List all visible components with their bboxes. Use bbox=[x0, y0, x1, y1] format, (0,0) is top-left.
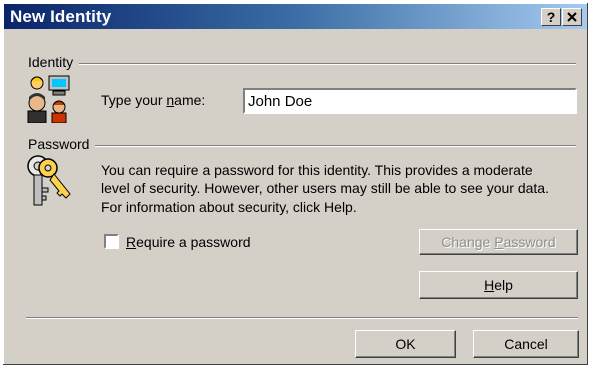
people-computer-icon bbox=[23, 73, 75, 124]
identity-group-line bbox=[28, 63, 576, 65]
password-description-line2: level of security. However, other users … bbox=[101, 180, 549, 196]
password-group-label: Password bbox=[28, 136, 96, 152]
ok-button[interactable]: OK bbox=[355, 330, 456, 358]
password-description-line3: For information about security, click He… bbox=[101, 199, 357, 215]
close-button[interactable] bbox=[562, 8, 582, 26]
require-password-label[interactable]: Require a password bbox=[126, 234, 251, 250]
cancel-button[interactable]: Cancel bbox=[473, 330, 579, 358]
title-bar[interactable]: New Identity ? bbox=[4, 4, 587, 29]
password-description-line1: You can require a password for this iden… bbox=[101, 162, 533, 178]
change-password-button[interactable]: Change Password bbox=[419, 229, 578, 255]
name-input[interactable]: John Doe bbox=[243, 88, 577, 114]
help-button[interactable]: Help bbox=[419, 271, 578, 299]
context-help-button[interactable]: ? bbox=[541, 8, 561, 26]
password-group-line bbox=[28, 145, 576, 147]
dialog-title: New Identity bbox=[10, 7, 112, 26]
identity-group-label: Identity bbox=[28, 54, 80, 70]
keys-icon bbox=[24, 152, 76, 208]
footer-separator bbox=[26, 317, 578, 319]
require-password-checkbox[interactable] bbox=[104, 234, 119, 249]
close-icon bbox=[567, 12, 577, 22]
name-label: Type your name: bbox=[101, 92, 206, 108]
